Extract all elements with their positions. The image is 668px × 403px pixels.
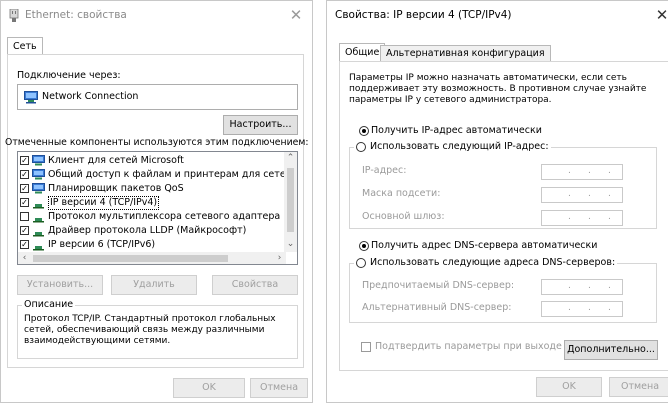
gateway-label: Основной шлюз: [362, 211, 445, 222]
ethernet-icon [9, 9, 19, 22]
component-label: Протокол мультиплексора сетевого адаптер… [48, 211, 298, 222]
component-label: Клиент для сетей Microsoft [48, 155, 184, 166]
manual-dns-label[interactable]: Использовать следующие адреса DNS-сервер… [370, 257, 615, 268]
network-client-icon [32, 155, 45, 166]
subnet-mask-field: ... [541, 187, 623, 203]
component-label: IP версии 4 (TCP/IPv4) [48, 196, 160, 210]
manual-ip-radio[interactable] [356, 142, 366, 152]
alternate-dns-field: ... [541, 301, 623, 317]
scroll-hthumb[interactable] [33, 255, 228, 262]
adapter-field: Network Connection [17, 84, 298, 110]
component-label: Общий доступ к файлам и принтерам для се… [48, 169, 298, 180]
scroll-thumb[interactable] [287, 168, 294, 232]
manual-dns-legend: Использовать следующие адреса DNS-сервер… [354, 257, 618, 268]
close-button[interactable]: ✕ [286, 5, 306, 25]
protocol-icon [33, 246, 44, 251]
protocol-icon [33, 204, 44, 209]
cancel-button[interactable]: Отмена [250, 378, 308, 398]
auto-dns-label[interactable]: Получить адрес DNS-сервера автоматически [371, 240, 597, 251]
component-checkbox[interactable]: ✓ [20, 170, 29, 179]
component-checkbox[interactable]: ✓ [20, 240, 29, 249]
network-adapter-icon [24, 91, 38, 104]
description-legend: Описание [22, 299, 76, 310]
title-bar: Ethernet: свойства ✕ [1, 1, 312, 31]
component-label: IP версии 6 (TCP/IPv6) [48, 239, 156, 250]
validate-on-exit-checkbox[interactable] [361, 342, 371, 352]
subnet-mask-label: Маска подсети: [362, 188, 441, 199]
ip-address-label: IP-адрес: [362, 165, 407, 176]
install-button[interactable]: Установить... [17, 275, 103, 295]
window-title: Ethernet: свойства [25, 9, 127, 21]
scroll-left-icon[interactable]: ‹ [18, 252, 31, 264]
vertical-scrollbar[interactable]: ⌃ ⌄ [284, 152, 297, 252]
alternate-dns-label: Альтернативный DNS-сервер: [362, 302, 512, 313]
configure-button[interactable]: Настроить... [223, 115, 298, 135]
auto-ip-label[interactable]: Получить IP-адрес автоматически [371, 125, 542, 136]
ip-address-field: ... [541, 164, 623, 180]
manual-ip-label[interactable]: Использовать следующий IP-адрес: [370, 141, 549, 152]
component-checkbox[interactable]: ✓ [20, 226, 29, 235]
description-group: Описание Протокол TCP/IP. Стандартный пр… [17, 299, 298, 359]
component-label: Планировщик пакетов QoS [48, 183, 184, 194]
preferred-dns-label: Предпочитаемый DNS-сервер: [362, 280, 515, 291]
window-title: Свойства: IP версии 4 (TCP/IPv4) [335, 9, 512, 21]
gateway-field: ... [541, 210, 623, 226]
network-service-icon [32, 183, 45, 194]
component-checkbox[interactable]: ✓ [20, 198, 29, 207]
protocol-icon [33, 218, 44, 223]
manual-ip-group: Использовать следующий IP-адрес: IP-адре… [349, 141, 657, 229]
ok-button[interactable]: OK [173, 378, 245, 398]
auto-dns-radio[interactable] [359, 241, 369, 251]
uninstall-button[interactable]: Удалить [111, 275, 197, 295]
horizontal-scrollbar[interactable]: ‹ › [18, 252, 286, 264]
component-checkbox[interactable]: ✓ [20, 156, 29, 165]
intro-text: Параметры IP можно назначать автоматичес… [349, 73, 647, 105]
preferred-dns-field: ... [541, 279, 623, 295]
tab-general[interactable]: Общие [339, 43, 386, 61]
manual-dns-group: Использовать следующие адреса DNS-сервер… [349, 257, 657, 323]
ok-button[interactable]: OK [536, 377, 602, 397]
protocol-icon [33, 232, 44, 237]
ethernet-properties-window: Ethernet: свойства ✕ Сеть Подключение че… [0, 0, 313, 403]
properties-button[interactable]: Свойства [212, 275, 298, 295]
components-list[interactable]: ✓ Клиент для сетей Microsoft ✓ Общий доступ… [17, 151, 298, 265]
tab-network[interactable]: Сеть [7, 37, 43, 55]
connect-using-label: Подключение через: [17, 70, 121, 81]
scroll-up-icon[interactable]: ⌃ [284, 152, 297, 165]
component-checkbox[interactable] [20, 212, 29, 221]
description-text: Протокол TCP/IP. Стандартный протокол гл… [24, 314, 276, 346]
advanced-button[interactable]: Дополнительно... [564, 340, 658, 360]
auto-ip-radio[interactable] [359, 126, 369, 136]
ipv4-properties-window: Свойства: IP версии 4 (TCP/IPv4) ✕ Общие… [326, 0, 668, 403]
validate-on-exit-label[interactable]: Подтвердить параметры при выходе [375, 341, 562, 352]
close-button[interactable]: ✕ [652, 5, 668, 25]
scroll-right-icon[interactable]: › [273, 252, 286, 264]
tab-alternate-config[interactable]: Альтернативная конфигурация [380, 45, 551, 61]
components-label: Отмеченные компоненты используются этим … [5, 137, 309, 148]
component-checkbox[interactable]: ✓ [20, 184, 29, 193]
network-share-icon [32, 169, 45, 180]
title-bar: Свойства: IP версии 4 (TCP/IPv4) ✕ [327, 1, 668, 31]
adapter-name: Network Connection [42, 91, 139, 102]
manual-dns-radio[interactable] [356, 258, 366, 268]
component-label: Драйвер протокола LLDP (Майкрософт) [48, 225, 247, 236]
cancel-button[interactable]: Отмена [609, 377, 668, 397]
scroll-down-icon[interactable]: ⌄ [284, 238, 297, 251]
manual-ip-legend: Использовать следующий IP-адрес: [354, 141, 551, 152]
